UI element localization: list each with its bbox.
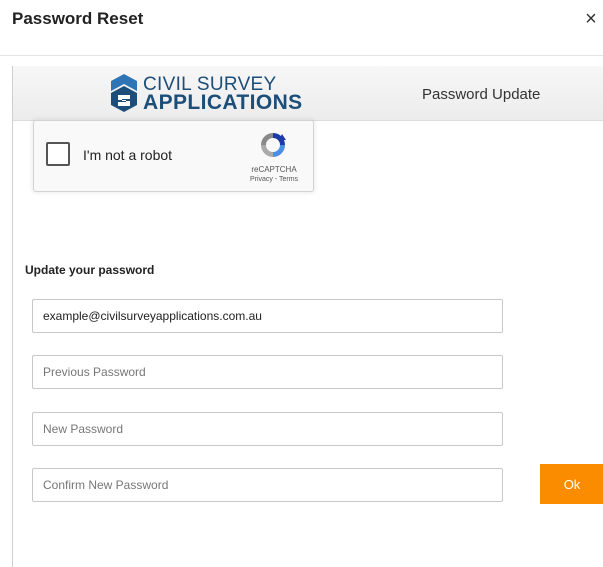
recaptcha-widget: I'm not a robot reCAPTCHA Privacy - Term… (33, 120, 314, 192)
logo-text-line2: APPLICATIONS (143, 91, 303, 114)
banner-title: Password Update (422, 86, 541, 103)
previous-password-field[interactable] (32, 355, 503, 389)
dialog-title: Password Reset (12, 9, 144, 28)
recaptcha-checkbox[interactable] (46, 142, 70, 166)
recaptcha-logo-icon (261, 133, 286, 157)
recaptcha-privacy-terms-link[interactable]: Privacy - Terms (239, 176, 309, 183)
form-heading: Update your password (25, 263, 155, 277)
close-icon[interactable]: × (582, 9, 600, 29)
confirm-password-field[interactable] (32, 468, 503, 502)
company-logo: CIVIL SURVEY APPLICATIONS (109, 71, 302, 115)
logo-mark-icon (111, 74, 137, 112)
recaptcha-label: I'm not a robot (83, 147, 173, 163)
recaptcha-brand: reCAPTCHA (251, 165, 297, 174)
password-update-frame: CIVIL SURVEY APPLICATIONS Password Updat… (12, 66, 603, 567)
ok-button[interactable]: Ok (540, 464, 603, 504)
banner: CIVIL SURVEY APPLICATIONS Password Updat… (13, 66, 603, 121)
email-field[interactable] (32, 299, 503, 333)
dialog-header: Password Reset × (0, 0, 603, 56)
new-password-field[interactable] (32, 412, 503, 446)
